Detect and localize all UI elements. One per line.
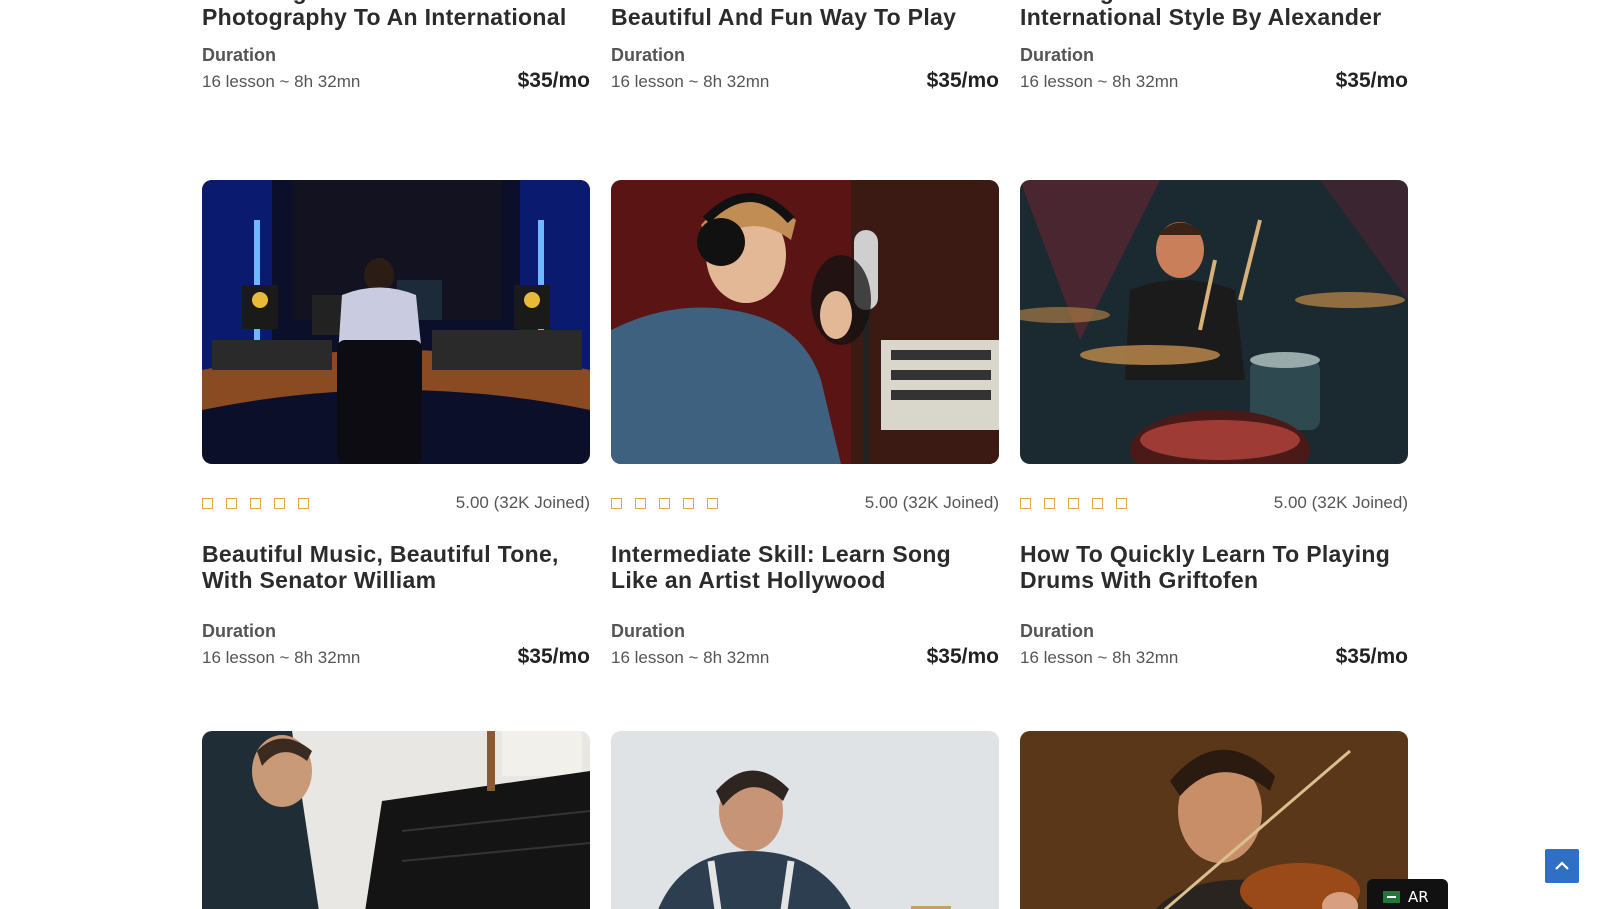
duration-value: 16 lesson ~ 8h 32mn: [202, 648, 361, 667]
course-card[interactable]: Elevating The Art Of Street Photography …: [202, 0, 590, 94]
star-icon: [298, 497, 309, 509]
course-title[interactable]: Basketball Masters Share A Beautiful And…: [611, 0, 999, 36]
star-icon: [1092, 497, 1103, 509]
course-title[interactable]: Elevating The Art Of Street Photography …: [202, 0, 590, 36]
course-title[interactable]: Intermediate Skill: Learn Song Like an A…: [611, 541, 999, 593]
duration-value: 16 lesson ~ 8h 32mn: [1020, 72, 1179, 91]
course-meta: Duration 16 lesson ~ 8h 32mn $35/mo: [611, 620, 999, 670]
course-price: $35/mo: [1335, 69, 1408, 92]
duration-value: 16 lesson ~ 8h 32mn: [611, 648, 770, 667]
star-rating: [611, 497, 718, 509]
course-row-bottom: [202, 731, 1409, 909]
star-icon: [611, 497, 622, 509]
course-thumbnail-drummer[interactable]: [1020, 180, 1408, 464]
course-price: $35/mo: [926, 645, 999, 668]
course-price: $35/mo: [517, 645, 590, 668]
rating-row: 5.00 (32K Joined): [1020, 492, 1408, 514]
course-card[interactable]: [202, 731, 590, 909]
star-icon: [226, 497, 237, 509]
duration-label: Duration: [611, 45, 685, 65]
star-icon: [707, 497, 718, 509]
course-card[interactable]: Basketball Masters Share A Beautiful And…: [611, 0, 999, 94]
course-title[interactable]: How To Quickly Learn To Playing Drums Wi…: [1020, 541, 1408, 593]
course-card[interactable]: 5.00 (32K Joined) Beautiful Music, Beaut…: [202, 180, 590, 670]
course-meta: Duration 16 lesson ~ 8h 32mn $35/mo: [202, 44, 590, 94]
course-thumbnail-singer[interactable]: [611, 180, 999, 464]
duration-label: Duration: [1020, 621, 1094, 641]
course-meta: Duration 16 lesson ~ 8h 32mn $35/mo: [1020, 620, 1408, 670]
rating-row: 5.00 (32K Joined): [611, 492, 999, 514]
star-rating: [202, 497, 309, 509]
course-thumbnail-studio[interactable]: [202, 180, 590, 464]
star-icon: [1068, 497, 1079, 509]
star-icon: [1044, 497, 1055, 509]
rating-text: 5.00 (32K Joined): [455, 493, 590, 512]
language-switcher[interactable]: AR: [1367, 879, 1448, 909]
course-price: $35/mo: [926, 69, 999, 92]
course-meta: Duration 16 lesson ~ 8h 32mn $35/mo: [1020, 44, 1408, 94]
course-thumbnail-violinist[interactable]: [1020, 731, 1408, 909]
course-title[interactable]: Cooking Local Flavors With International…: [1020, 0, 1408, 36]
course-thumbnail-pianist[interactable]: [202, 731, 590, 909]
language-label: AR: [1408, 888, 1429, 906]
course-card[interactable]: [1020, 731, 1408, 909]
course-thumbnail-apron[interactable]: [611, 731, 999, 909]
course-row-middle: 5.00 (32K Joined) Beautiful Music, Beaut…: [202, 180, 1409, 670]
rating-row: 5.00 (32K Joined): [202, 492, 590, 514]
star-icon: [1116, 497, 1127, 509]
course-meta: Duration 16 lesson ~ 8h 32mn $35/mo: [611, 44, 999, 94]
scroll-to-top-button[interactable]: [1545, 849, 1579, 883]
course-card[interactable]: 5.00 (32K Joined) How To Quickly Learn T…: [1020, 180, 1408, 670]
duration-value: 16 lesson ~ 8h 32mn: [202, 72, 361, 91]
rating-text: 5.00 (32K Joined): [864, 493, 999, 512]
duration-label: Duration: [202, 45, 276, 65]
duration-value: 16 lesson ~ 8h 32mn: [1020, 648, 1179, 667]
course-price: $35/mo: [517, 69, 590, 92]
star-icon: [274, 497, 285, 509]
saudi-flag-icon: [1383, 891, 1400, 903]
duration-label: Duration: [1020, 45, 1094, 65]
star-icon: [683, 497, 694, 509]
duration-value: 16 lesson ~ 8h 32mn: [611, 72, 770, 91]
star-rating: [1020, 497, 1127, 509]
star-icon: [659, 497, 670, 509]
course-meta: Duration 16 lesson ~ 8h 32mn $35/mo: [202, 620, 590, 670]
duration-label: Duration: [202, 621, 276, 641]
star-icon: [250, 497, 261, 509]
course-card[interactable]: Cooking Local Flavors With International…: [1020, 0, 1408, 94]
star-icon: [1020, 497, 1031, 509]
course-price: $35/mo: [1335, 645, 1408, 668]
course-row-top: Elevating The Art Of Street Photography …: [202, 0, 1409, 94]
course-card[interactable]: 5.00 (32K Joined) Intermediate Skill: Le…: [611, 180, 999, 670]
rating-text: 5.00 (32K Joined): [1273, 493, 1408, 512]
course-card[interactable]: [611, 731, 999, 909]
star-icon: [202, 497, 213, 509]
star-icon: [635, 497, 646, 509]
duration-label: Duration: [611, 621, 685, 641]
course-title[interactable]: Beautiful Music, Beautiful Tone, With Se…: [202, 541, 590, 593]
chevron-up-icon: [1555, 861, 1569, 870]
